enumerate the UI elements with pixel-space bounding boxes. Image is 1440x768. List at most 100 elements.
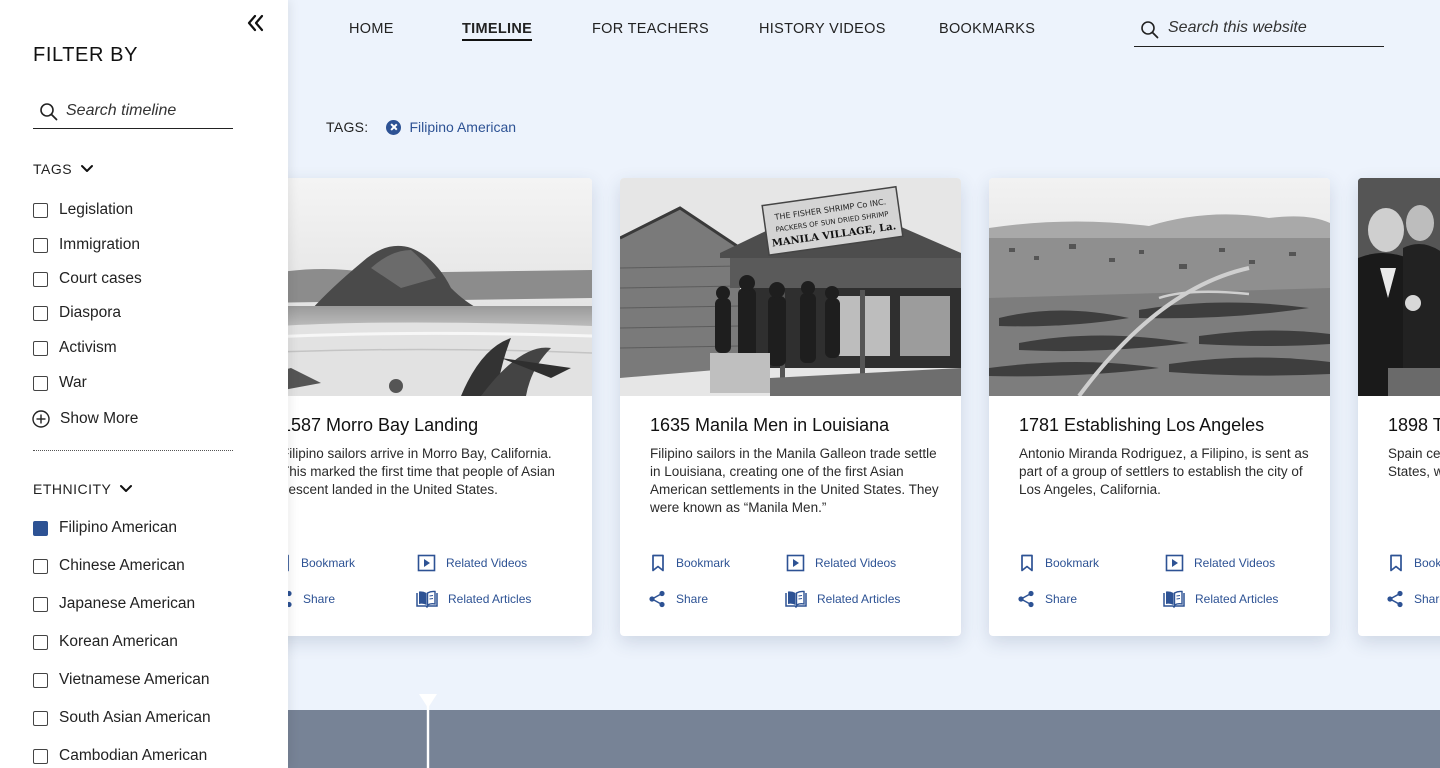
checkbox[interactable] bbox=[33, 202, 48, 218]
checkbox[interactable] bbox=[33, 558, 48, 574]
bookmark-icon bbox=[288, 554, 289, 572]
ethnicity-checkbox-korean-american[interactable]: Korean American bbox=[33, 633, 178, 651]
share-label: Share bbox=[1045, 592, 1078, 606]
checkbox[interactable] bbox=[33, 710, 48, 726]
related-videos-button[interactable]: Related Videos bbox=[1165, 554, 1275, 572]
nav-home[interactable]: HOME bbox=[349, 21, 394, 37]
share-icon bbox=[288, 590, 292, 608]
tag-checkbox-court-cases[interactable]: Court cases bbox=[33, 270, 142, 288]
los-angeles-image bbox=[989, 178, 1330, 396]
filter-title: FILTER BY bbox=[33, 44, 139, 66]
checkbox[interactable] bbox=[33, 596, 48, 612]
play-video-icon bbox=[786, 554, 805, 572]
tag-checkbox-activism[interactable]: Activism bbox=[33, 339, 117, 357]
card-title[interactable]: 1587 Morro Bay Landing bbox=[288, 415, 478, 436]
site-search-input[interactable] bbox=[1168, 19, 1378, 37]
chevron-down-icon bbox=[81, 165, 94, 172]
checkbox-label: Cambodian American bbox=[59, 747, 208, 764]
plus-circle-icon bbox=[32, 410, 50, 428]
timeline-search bbox=[33, 97, 233, 129]
tag-checkbox-diaspora[interactable]: Diaspora bbox=[33, 304, 121, 322]
timeline-card[interactable]: THE FISHER SHRIMP Co INC. PACKERS OF SUN… bbox=[620, 178, 961, 636]
checkbox-label: Immigration bbox=[59, 236, 140, 253]
checkbox-checked[interactable] bbox=[33, 520, 48, 536]
card-title[interactable]: 1635 Manila Men in Louisiana bbox=[650, 415, 889, 436]
share-button[interactable]: Share bbox=[648, 590, 708, 608]
tags-section-toggle[interactable]: TAGS bbox=[33, 161, 94, 177]
search-icon[interactable] bbox=[39, 102, 59, 122]
ethnicity-checkbox-cambodian-american[interactable]: Cambodian American bbox=[33, 747, 207, 765]
ethnicity-checkbox-chinese-american[interactable]: Chinese American bbox=[33, 557, 185, 575]
active-tags: TAGS: Filipino American bbox=[326, 116, 516, 138]
related-videos-button[interactable]: Related Videos bbox=[417, 554, 527, 572]
timeline-card[interactable]: 1781 Establishing Los Angeles Antonio Mi… bbox=[989, 178, 1330, 636]
card-description: Spain cedes the Philippines to the Unite… bbox=[1388, 446, 1440, 479]
checkbox[interactable] bbox=[33, 748, 48, 764]
collapse-sidebar-icon[interactable] bbox=[244, 12, 266, 34]
tag-checkbox-legislation[interactable]: Legislation bbox=[33, 201, 133, 219]
checkbox-label: Chinese American bbox=[59, 557, 185, 574]
related-articles-button[interactable]: Related Articles bbox=[1163, 590, 1278, 608]
timeline-scrubber[interactable] bbox=[288, 710, 1440, 768]
ethnicity-section-toggle[interactable]: ETHNICITY bbox=[33, 481, 133, 497]
checkbox[interactable] bbox=[33, 634, 48, 650]
share-button[interactable]: Share bbox=[1386, 590, 1440, 608]
checkbox-label: Korean American bbox=[59, 633, 178, 650]
bookmark-icon bbox=[1021, 554, 1033, 572]
checkbox[interactable] bbox=[33, 271, 48, 287]
checkbox[interactable] bbox=[33, 340, 48, 356]
active-tag-label: Filipino American bbox=[409, 119, 517, 135]
nav-for-teachers[interactable]: FOR TEACHERS bbox=[592, 21, 709, 37]
show-more-button[interactable]: Show More bbox=[31, 409, 138, 429]
related-articles-button[interactable]: Related Articles bbox=[785, 590, 900, 608]
timeline-position-marker[interactable] bbox=[418, 694, 438, 768]
share-label: Share bbox=[303, 592, 336, 606]
checkbox[interactable] bbox=[33, 237, 48, 253]
remove-tag-icon[interactable] bbox=[386, 119, 402, 135]
related-videos-label: Related Videos bbox=[446, 556, 528, 570]
treaty-signing-image bbox=[1358, 178, 1440, 396]
bookmark-button[interactable]: Bookmark bbox=[1019, 554, 1099, 572]
search-icon[interactable] bbox=[1140, 20, 1160, 40]
checkbox-label: Filipino American bbox=[59, 519, 178, 536]
ethnicity-checkbox-south-asian-american[interactable]: South Asian American bbox=[33, 709, 211, 727]
bookmark-button[interactable]: Bookmark bbox=[1388, 554, 1440, 572]
play-video-icon bbox=[1165, 554, 1184, 572]
open-book-icon bbox=[785, 590, 807, 608]
related-articles-label: Related Articles bbox=[817, 592, 901, 606]
timeline-card[interactable]: 1587 Morro Bay Landing Filipino sailors … bbox=[288, 178, 592, 636]
bookmark-button[interactable]: Bookmark bbox=[288, 554, 355, 572]
related-articles-button[interactable]: Related Articles bbox=[416, 590, 531, 608]
chevron-down-icon bbox=[120, 485, 133, 492]
nav-timeline[interactable]: TIMELINE bbox=[462, 21, 533, 41]
timeline-search-input[interactable] bbox=[66, 102, 231, 120]
ethnicity-checkbox-filipino-american[interactable]: Filipino American bbox=[33, 519, 177, 537]
card-title[interactable]: 1781 Establishing Los Angeles bbox=[1019, 415, 1264, 436]
checkbox[interactable] bbox=[33, 672, 48, 688]
related-videos-button[interactable]: Related Videos bbox=[786, 554, 896, 572]
timeline-card[interactable]: 1898 Treaty of Paris Spain cedes the Phi… bbox=[1358, 178, 1440, 636]
checkbox-label: Legislation bbox=[59, 201, 134, 218]
active-tag-chip[interactable]: Filipino American bbox=[386, 119, 516, 135]
tags-label: TAGS: bbox=[326, 119, 369, 135]
share-button[interactable]: Share bbox=[1017, 590, 1077, 608]
checkbox[interactable] bbox=[33, 375, 48, 391]
checkbox[interactable] bbox=[33, 305, 48, 321]
bookmark-icon bbox=[1390, 554, 1402, 572]
bookmark-button[interactable]: Bookmark bbox=[650, 554, 730, 572]
related-videos-label: Related Videos bbox=[815, 556, 897, 570]
card-title[interactable]: 1898 Treaty of Paris bbox=[1388, 415, 1440, 436]
tag-checkbox-war[interactable]: War bbox=[33, 374, 87, 392]
nav-history-videos[interactable]: HISTORY VIDEOS bbox=[759, 21, 886, 37]
tag-checkbox-immigration[interactable]: Immigration bbox=[33, 236, 140, 254]
checkbox-label: Activism bbox=[59, 339, 117, 356]
morro-bay-image bbox=[288, 178, 592, 396]
bookmark-label: Bookmark bbox=[1414, 556, 1440, 570]
ethnicity-checkbox-vietnamese-american[interactable]: Vietnamese American bbox=[33, 671, 210, 689]
nav-bookmarks[interactable]: BOOKMARKS bbox=[939, 21, 1035, 37]
card-description: Antonio Miranda Rodriguez, a Filipino, i… bbox=[1019, 446, 1309, 497]
ethnicity-checkbox-japanese-american[interactable]: Japanese American bbox=[33, 595, 195, 613]
bookmark-label: Bookmark bbox=[1045, 556, 1100, 570]
manila-village-image: THE FISHER SHRIMP Co INC. PACKERS OF SUN… bbox=[620, 178, 961, 396]
share-button[interactable]: Share bbox=[288, 590, 335, 608]
